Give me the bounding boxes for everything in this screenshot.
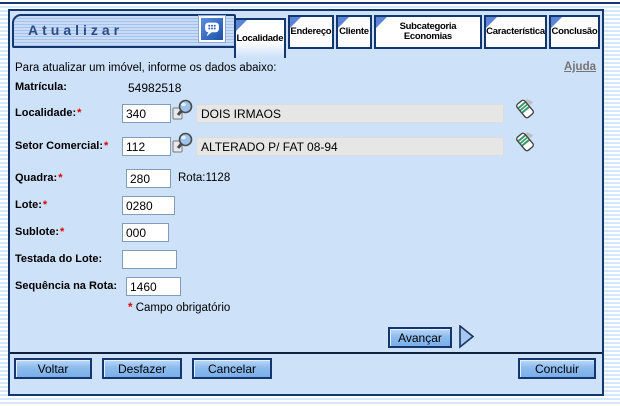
setor-name-field: ALTERADO P/ FAT 08-94 <box>196 137 504 156</box>
tab-bar: Localidade Endereço Cliente Subcategoria… <box>234 14 600 66</box>
voltar-button[interactable]: Voltar <box>14 358 92 379</box>
page-top-border <box>0 2 620 4</box>
tab-caracteristica[interactable]: Característica <box>484 15 547 49</box>
cancelar-button[interactable]: Cancelar <box>192 358 272 379</box>
testada-input[interactable] <box>122 250 177 269</box>
quadra-label: Quadra:* <box>15 172 62 184</box>
avancar-button[interactable]: Avançar <box>388 327 452 348</box>
tab-endereco[interactable]: Endereço <box>288 15 334 49</box>
sequencia-input[interactable] <box>126 277 181 296</box>
sequencia-label: Sequência na Rota: <box>15 280 117 292</box>
page-title: Atualizar <box>28 22 123 38</box>
update-panel: Atualizar Localidade Endereço Cliente Su… <box>8 9 604 396</box>
lote-label: Lote:* <box>15 199 47 211</box>
speech-bubble-glyph <box>201 18 223 40</box>
help-link[interactable]: Ajuda <box>564 61 596 73</box>
localidade-eraser-icon[interactable] <box>513 97 537 126</box>
required-note: * Campo obrigatório <box>128 302 230 314</box>
matricula-value: 54982518 <box>128 81 181 95</box>
quadra-input[interactable] <box>126 169 171 188</box>
speech-bubble-icon[interactable] <box>198 15 226 43</box>
lote-input[interactable] <box>122 196 175 215</box>
tab-localidade[interactable]: Localidade <box>234 18 286 58</box>
localidade-code-input[interactable] <box>122 104 171 123</box>
sublote-label: Sublote:* <box>15 226 64 238</box>
setor-eraser-icon[interactable] <box>513 130 537 159</box>
tab-cliente[interactable]: Cliente <box>336 15 372 49</box>
intro-text: Para atualizar um imóvel, informe os dad… <box>15 62 276 74</box>
rota-value: Rota:1128 <box>178 172 230 184</box>
setor-search-icon[interactable] <box>172 132 194 159</box>
localidade-search-icon[interactable] <box>172 99 194 126</box>
sublote-input[interactable] <box>122 223 169 242</box>
desfazer-button[interactable]: Desfazer <box>102 358 182 379</box>
testada-label: Testada do Lote: <box>15 253 102 265</box>
localidade-label: Localidade:* <box>15 107 81 119</box>
setor-label: Setor Comercial:* <box>15 140 108 152</box>
matricula-label: Matrícula: <box>15 81 67 93</box>
localidade-name-field: DOIS IRMAOS <box>196 104 504 123</box>
tab-conclusao[interactable]: Conclusão <box>549 15 600 49</box>
tab-subcategoria-economias[interactable]: Subcategoria Economias <box>374 15 482 49</box>
footer-divider <box>10 352 602 354</box>
forward-arrow-icon[interactable] <box>458 325 476 354</box>
setor-code-input[interactable] <box>122 137 171 156</box>
concluir-button[interactable]: Concluir <box>518 358 596 379</box>
